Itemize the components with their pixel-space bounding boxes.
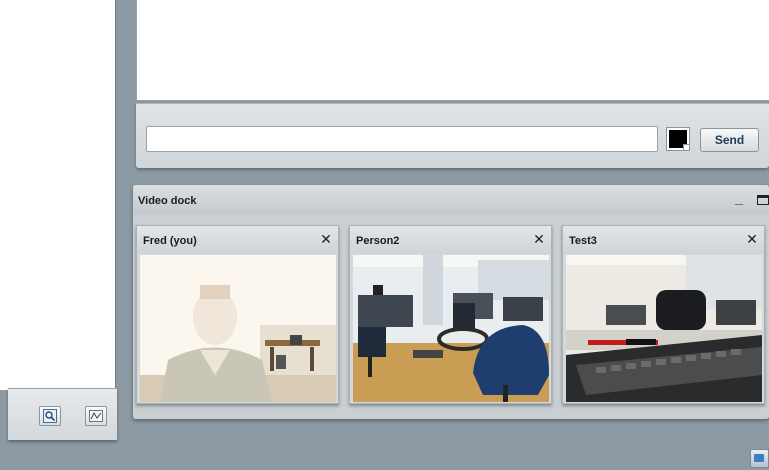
zoom-button[interactable] [39,406,61,426]
video-tile-header: Test3 ✕ [563,226,764,254]
video-tile-test3: Test3 ✕ [562,225,765,404]
chat-message-input[interactable] [146,126,658,152]
video-tile-name: Fred (you) [143,235,197,247]
video-tile-person2: Person2 ✕ [349,225,552,404]
window-icon[interactable] [750,449,769,468]
chat-input-bar: Send [136,103,769,168]
close-icon[interactable]: ✕ [532,231,546,247]
close-icon[interactable]: ✕ [319,231,333,247]
minimize-icon[interactable]: _ [733,189,745,207]
chat-log [136,0,769,100]
close-icon[interactable]: ✕ [745,231,759,247]
left-toolbar [8,388,117,440]
video-tile-header: Fred (you) ✕ [137,226,338,254]
left-panel [0,0,116,390]
video-feed [140,255,336,402]
video-tile-name: Test3 [569,235,597,247]
video-tile-header: Person2 ✕ [350,226,551,254]
video-feed [566,255,762,402]
chart-line-icon [89,410,103,422]
video-tile-fred: Fred (you) ✕ [136,225,339,404]
graph-button[interactable] [85,406,107,426]
maximize-icon[interactable] [757,195,769,205]
video-dock-header: Video dock _ [133,185,769,215]
video-feed [353,255,549,402]
text-color-picker[interactable] [666,127,690,151]
video-dock-title: Video dock [138,195,197,207]
send-button[interactable]: Send [700,128,759,152]
video-tile-name: Person2 [356,235,400,247]
magnifier-icon [43,409,57,423]
video-dock: Video dock _ Fred (you) ✕ Person2 ✕ Test… [133,185,769,419]
